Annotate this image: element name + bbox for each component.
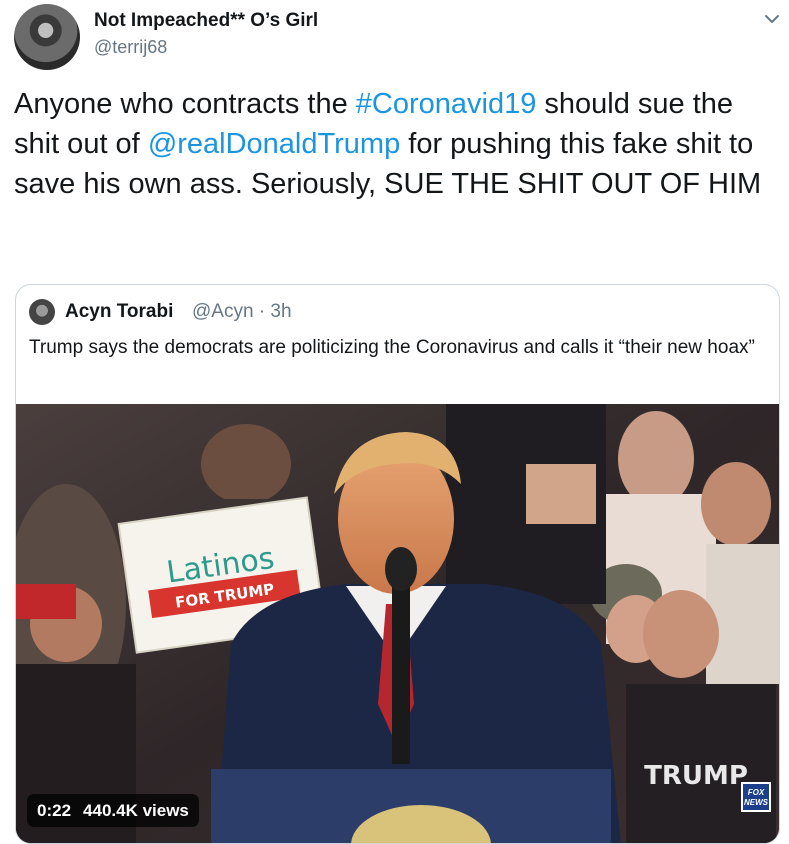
mention-link[interactable]: @realDonaldTrump xyxy=(148,128,400,160)
fox-news-logo: FOX NEWS xyxy=(741,782,771,812)
video-views: 440.4K views xyxy=(83,800,189,820)
chevron-down-icon[interactable] xyxy=(761,8,783,30)
video-duration-views-badge: 0:22 440.4K views xyxy=(27,794,199,827)
shirt-text: TRUMP xyxy=(644,761,748,791)
tweet-text-part: Anyone who contracts the xyxy=(14,88,356,120)
hashtag-link[interactable]: #Coronavid19 xyxy=(356,88,537,120)
quoted-author-name: Acyn Torabi xyxy=(65,301,174,322)
quoted-author-avatar xyxy=(29,299,55,325)
quoted-author-handle: @Acyn · 3h xyxy=(192,301,292,322)
video-frame: Latinos FOR TRUMP TRUMP xyxy=(16,404,779,843)
author-display-name[interactable]: Not Impeached** O’s Girl xyxy=(94,10,318,32)
author-avatar[interactable] xyxy=(14,4,80,70)
tweet-text: Anyone who contracts the #Coronavid19 sh… xyxy=(14,84,779,204)
tweet: Not Impeached** O’s Girl @terrij68 Anyon… xyxy=(0,0,789,844)
fox-news-logo-text: FOX NEWS xyxy=(744,788,768,807)
quoted-tweet-text: Trump says the democrats are politicizin… xyxy=(29,337,755,358)
video-player[interactable]: Latinos FOR TRUMP TRUMP 0:22 440.4K view… xyxy=(16,404,779,843)
video-duration: 0:22 xyxy=(37,800,72,820)
quoted-tweet[interactable]: Acyn Torabi @Acyn · 3h Trump says the de… xyxy=(15,284,780,844)
author-handle[interactable]: @terrij68 xyxy=(94,37,167,58)
